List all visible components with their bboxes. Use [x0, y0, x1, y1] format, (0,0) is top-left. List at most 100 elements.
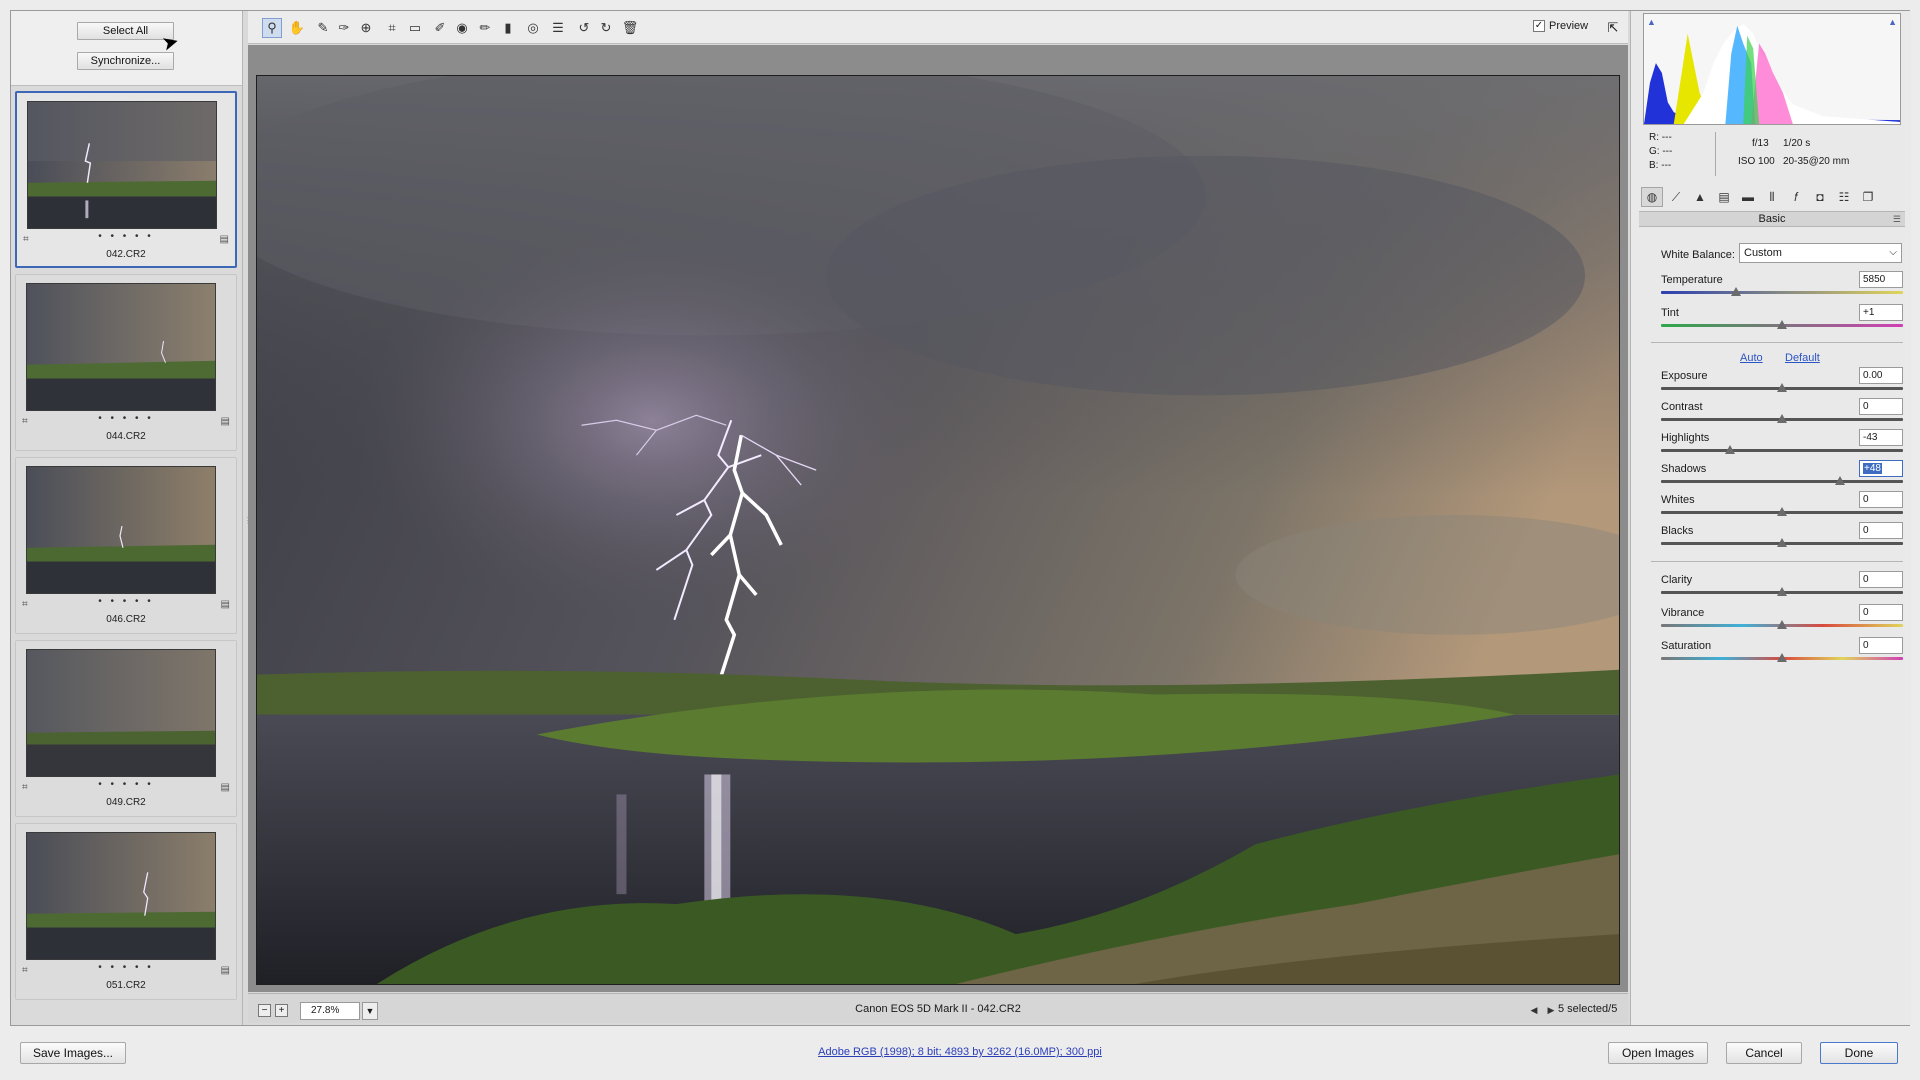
- preview-checkbox[interactable]: ✓ Preview: [1533, 20, 1588, 32]
- thumbnail-051[interactable]: ⌗ • • • • • ▤ 051.CR2: [15, 823, 237, 1000]
- selection-count: 5 selected/5: [1558, 1003, 1618, 1015]
- thumbnail-name: 044.CR2: [106, 431, 146, 442]
- thumbnail-042[interactable]: ⌗ • • • • • ▤ 042.CR2: [15, 91, 237, 268]
- tab-lens-corrections-icon[interactable]: ⦀: [1761, 187, 1783, 207]
- tint-field[interactable]: +1: [1859, 304, 1903, 321]
- highlights-slider[interactable]: Highlights -43: [1661, 429, 1903, 455]
- white-balance-select[interactable]: Custom ⌵: [1739, 243, 1902, 263]
- done-button[interactable]: Done: [1820, 1042, 1898, 1064]
- shadows-handle[interactable]: [1835, 476, 1846, 485]
- rating-dots[interactable]: • • • • •: [16, 779, 236, 790]
- checkmark-icon[interactable]: ✓: [1533, 20, 1545, 32]
- hand-icon[interactable]: ✋: [287, 18, 307, 38]
- preview-canvas[interactable]: [248, 45, 1628, 992]
- trash-icon[interactable]: 🗑: [620, 18, 640, 38]
- highlights-handle[interactable]: [1724, 445, 1735, 454]
- rating-dots[interactable]: • • • • •: [16, 413, 236, 424]
- rotate-ccw-icon[interactable]: ↺: [574, 18, 594, 38]
- toolbar: ⚲ ✋ ✎ ✑ ⊕ ⌗ ▭ ✐ ◉ ✏ ▮ ◎ ☰ ↺ ↻ 🗑 ✓ Previe…: [248, 11, 1628, 44]
- saturation-slider[interactable]: Saturation 0: [1661, 637, 1903, 663]
- next-image-icon[interactable]: ▶: [1543, 1002, 1559, 1018]
- presets-list-icon[interactable]: ☰: [548, 18, 568, 38]
- whites-field[interactable]: 0: [1859, 491, 1903, 508]
- tab-basic-icon[interactable]: ◍: [1641, 187, 1663, 207]
- vibrance-field[interactable]: 0: [1859, 604, 1903, 621]
- exposure-field[interactable]: 0.00: [1859, 367, 1903, 384]
- whites-handle[interactable]: [1777, 507, 1787, 516]
- tint-slider[interactable]: Tint +1: [1661, 304, 1903, 330]
- shadows-slider[interactable]: Shadows +48: [1661, 460, 1903, 486]
- tab-camera-calibration-icon[interactable]: ◘: [1809, 187, 1831, 207]
- clarity-handle[interactable]: [1777, 587, 1787, 596]
- shadow-clipping-icon[interactable]: ▲: [1647, 17, 1656, 27]
- tab-effects-icon[interactable]: 𝑓: [1785, 187, 1807, 207]
- graduated-filter-icon[interactable]: ▮: [498, 18, 518, 38]
- tab-hsl-icon[interactable]: ▤: [1713, 187, 1735, 207]
- rating-dots[interactable]: • • • • •: [17, 231, 235, 242]
- default-link[interactable]: Default: [1785, 352, 1820, 364]
- rating-dots[interactable]: • • • • •: [16, 596, 236, 607]
- vibrance-handle[interactable]: [1777, 620, 1787, 629]
- white-balance-icon[interactable]: ✎: [313, 18, 333, 38]
- synchronize-button[interactable]: Synchronize...: [77, 52, 174, 70]
- previous-image-icon[interactable]: ◀: [1526, 1002, 1542, 1018]
- aperture-value: f/13: [1752, 138, 1769, 149]
- shadows-track[interactable]: [1661, 480, 1903, 483]
- blacks-field[interactable]: 0: [1859, 522, 1903, 539]
- camera-filename: Canon EOS 5D Mark II - 042.CR2: [855, 1003, 1021, 1015]
- contrast-handle[interactable]: [1777, 414, 1787, 423]
- straighten-icon[interactable]: ▭: [405, 18, 425, 38]
- red-eye-icon[interactable]: ◉: [452, 18, 472, 38]
- clarity-field[interactable]: 0: [1859, 571, 1903, 588]
- highlights-track[interactable]: [1661, 449, 1903, 452]
- spot-removal-icon[interactable]: ✐: [430, 18, 450, 38]
- tab-tone-curve-icon[interactable]: ⟋: [1665, 187, 1687, 207]
- thumbnail-046[interactable]: ⌗ • • • • • ▤ 046.CR2: [15, 457, 237, 634]
- tab-split-toning-icon[interactable]: ▬: [1737, 187, 1759, 207]
- thumbnail-044[interactable]: ⌗ • • • • • ▤ 044.CR2: [15, 274, 237, 451]
- filmstrip: Select All Synchronize... ⌗ • • • • • ▤ …: [11, 11, 243, 1025]
- thumbnail-049[interactable]: ⌗ • • • • • ▤ 049.CR2: [15, 640, 237, 817]
- adjusted-badge-icon: ▤: [219, 234, 229, 245]
- auto-link[interactable]: Auto: [1740, 352, 1763, 364]
- contrast-slider[interactable]: Contrast 0: [1661, 398, 1903, 424]
- r-value: ---: [1661, 132, 1672, 143]
- adjusted-badge-icon: ▤: [220, 965, 230, 976]
- radial-filter-icon[interactable]: ◎: [523, 18, 543, 38]
- temperature-slider[interactable]: Temperature 5850: [1661, 271, 1903, 297]
- panel-menu-icon[interactable]: ☰: [1893, 212, 1901, 226]
- zoom-icon[interactable]: ⚲: [262, 18, 282, 38]
- contrast-field[interactable]: 0: [1859, 398, 1903, 415]
- blacks-handle[interactable]: [1777, 538, 1787, 547]
- shadows-field[interactable]: +48: [1859, 460, 1903, 477]
- tint-handle[interactable]: [1777, 320, 1787, 329]
- workflow-options-text[interactable]: Adobe RGB (1998); 8 bit; 4893 by 3262 (1…: [818, 1046, 1102, 1058]
- rating-dots[interactable]: • • • • •: [16, 962, 236, 973]
- targeted-adjustment-icon[interactable]: ⊕: [356, 18, 376, 38]
- shadows-value-selected[interactable]: +48: [1863, 463, 1882, 474]
- clarity-slider[interactable]: Clarity 0: [1661, 571, 1903, 597]
- tab-presets-icon[interactable]: ☷: [1833, 187, 1855, 207]
- adjustment-brush-icon[interactable]: ✏: [475, 18, 495, 38]
- whites-slider[interactable]: Whites 0: [1661, 491, 1903, 517]
- exposure-slider[interactable]: Exposure 0.00: [1661, 367, 1903, 393]
- highlight-clipping-icon[interactable]: ▲: [1888, 17, 1897, 27]
- tab-snapshots-icon[interactable]: ❐: [1857, 187, 1879, 207]
- crop-icon[interactable]: ⌗: [382, 18, 402, 38]
- color-sampler-icon[interactable]: ✑: [334, 18, 354, 38]
- fullscreen-icon[interactable]: ⇱: [1603, 18, 1623, 38]
- cancel-button[interactable]: Cancel: [1726, 1042, 1802, 1064]
- temperature-track[interactable]: [1661, 291, 1903, 294]
- highlights-label: Highlights: [1661, 432, 1710, 444]
- blacks-slider[interactable]: Blacks 0: [1661, 522, 1903, 548]
- saturation-field[interactable]: 0: [1859, 637, 1903, 654]
- tab-detail-icon[interactable]: ▲: [1689, 187, 1711, 207]
- highlights-field[interactable]: -43: [1859, 429, 1903, 446]
- vibrance-slider[interactable]: Vibrance 0: [1661, 604, 1903, 630]
- temperature-field[interactable]: 5850: [1859, 271, 1903, 288]
- temperature-handle[interactable]: [1731, 287, 1742, 296]
- rotate-cw-icon[interactable]: ↻: [596, 18, 616, 38]
- open-images-button[interactable]: Open Images: [1608, 1042, 1708, 1064]
- saturation-handle[interactable]: [1777, 653, 1787, 662]
- exposure-handle[interactable]: [1777, 383, 1787, 392]
